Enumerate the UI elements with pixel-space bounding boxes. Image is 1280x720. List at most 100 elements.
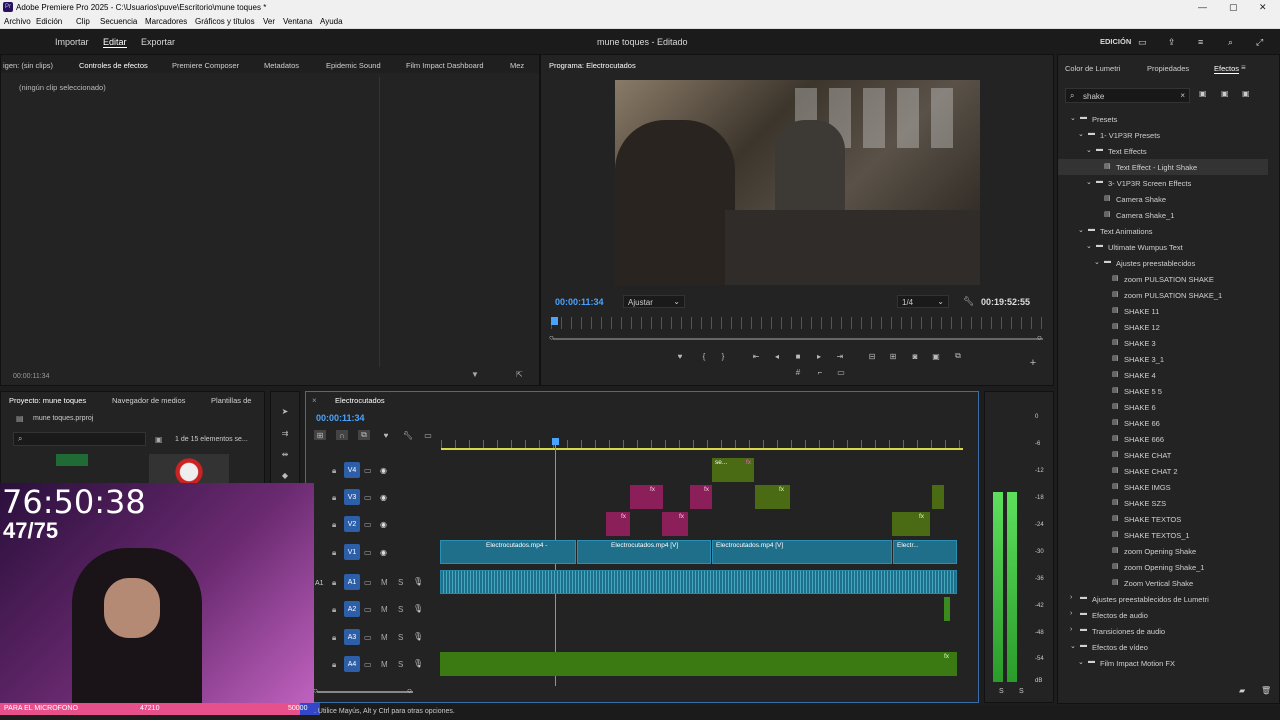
playhead-handle[interactable]: [552, 438, 559, 445]
add-marker-icon[interactable]: ♥: [380, 430, 392, 440]
eye-icon[interactable]: ◉: [380, 493, 387, 502]
track-select-icon[interactable]: ⇉: [279, 428, 291, 438]
tab-project[interactable]: Proyecto: mune toques: [9, 396, 86, 405]
chevron-down-icon[interactable]: ⌄: [1094, 258, 1100, 266]
effects-tree-item[interactable]: ⌄ ▬ 3- V1P3R Screen Effects: [1058, 175, 1268, 191]
program-zoom-bar[interactable]: [553, 338, 1043, 340]
menu-ventana[interactable]: Ventana: [283, 17, 312, 26]
safe-margins-icon[interactable]: #: [792, 367, 804, 377]
mark-out-icon[interactable]: }: [717, 351, 729, 361]
filter-icon[interactable]: ▼: [471, 370, 479, 379]
eye-icon[interactable]: ◉: [380, 548, 387, 557]
tab-mezclador[interactable]: Mez: [510, 61, 524, 70]
effects-tree-item[interactable]: ▤ Text Effect - Light Shake: [1058, 159, 1268, 175]
clear-icon[interactable]: ×: [1180, 91, 1185, 100]
go-to-out-icon[interactable]: ⇥: [834, 351, 846, 361]
tab-exportar[interactable]: Exportar: [141, 37, 175, 47]
effects-tree-item[interactable]: ▤ SHAKE TEXTOS_1: [1058, 527, 1268, 543]
v4-clip[interactable]: se... fx: [712, 458, 754, 482]
mic-icon[interactable]: 🎙︎: [413, 604, 423, 613]
effects-tree-item[interactable]: ▤ zoom PULSATION SHAKE_1: [1058, 287, 1268, 303]
search-icon[interactable]: ⌕: [1228, 37, 1233, 48]
lock-icon[interactable]: 🔒︎: [332, 466, 336, 476]
mute-icon[interactable]: M: [381, 605, 388, 614]
effects-tree-item[interactable]: ▤ SHAKE SZS: [1058, 495, 1268, 511]
zoom-handle-right-icon[interactable]: ○: [1037, 333, 1042, 342]
effects-tree-item[interactable]: ▤ zoom PULSATION SHAKE: [1058, 271, 1268, 287]
menu-ver[interactable]: Ver: [263, 17, 275, 26]
scroll-handle-right-icon[interactable]: ○: [407, 686, 412, 695]
effects-tree-item[interactable]: › ▬ Ajustes preestablecidos de Lumetri: [1058, 591, 1268, 607]
close-icon[interactable]: ✕: [1259, 2, 1267, 13]
effects-tree-item[interactable]: ▤ SHAKE 6: [1058, 399, 1268, 415]
tab-epidemic-sound[interactable]: Epidemic Sound: [326, 61, 381, 70]
lock-icon[interactable]: 🔒︎: [332, 493, 336, 503]
lock-icon[interactable]: 🔒︎: [332, 660, 336, 670]
effects-tree-item[interactable]: ▤ SHAKE CHAT: [1058, 447, 1268, 463]
chevron-right-icon[interactable]: ›: [1070, 594, 1072, 601]
effects-tree-item[interactable]: ⌄ ▬ Ultimate Wumpus Text: [1058, 239, 1268, 255]
effects-tree-item[interactable]: ▤ SHAKE 5 5: [1058, 383, 1268, 399]
mic-icon[interactable]: 🎙︎: [413, 577, 423, 586]
v1-clip-4[interactable]: Electr...: [893, 540, 957, 564]
workspace-mode[interactable]: EDICIÓN: [1100, 37, 1131, 46]
linked-selection-icon[interactable]: ⧉: [358, 430, 370, 440]
yuv-effects-icon[interactable]: ▣: [1242, 89, 1250, 98]
maximize-icon[interactable]: ▢: [1229, 2, 1238, 13]
effects-tree-item[interactable]: ▤ zoom Opening Shake_1: [1058, 559, 1268, 575]
wrench-icon[interactable]: 🔧︎: [963, 296, 974, 307]
menu-icon[interactable]: ≡: [1198, 37, 1203, 47]
timeline-tab[interactable]: Electrocutados: [335, 396, 385, 405]
mic-icon[interactable]: 🎙︎: [413, 659, 423, 668]
export-icon[interactable]: ⇱: [516, 370, 523, 379]
sync-icon[interactable]: ▭: [364, 548, 372, 557]
a1-audio-clip[interactable]: [440, 570, 957, 594]
effects-search[interactable]: ⌕ shake ×: [1065, 88, 1190, 103]
effects-tree-item[interactable]: ▤ Camera Shake_1: [1058, 207, 1268, 223]
eye-icon[interactable]: ◉: [380, 520, 387, 529]
eye-icon[interactable]: ◉: [380, 466, 387, 475]
mute-icon[interactable]: M: [381, 633, 388, 642]
mark-in-icon[interactable]: {: [698, 351, 710, 361]
zoom-handle-left-icon[interactable]: ○: [549, 333, 554, 342]
overwrite-icon[interactable]: ▣: [930, 351, 942, 361]
tab-source[interactable]: igen: (sin clips): [3, 61, 53, 70]
lock-icon[interactable]: 🔒︎: [332, 633, 336, 643]
sync-icon[interactable]: ▭: [364, 633, 372, 642]
menu-clip[interactable]: Clip: [76, 17, 90, 26]
sync-icon[interactable]: ▭: [364, 605, 372, 614]
mute-icon[interactable]: M: [381, 660, 388, 669]
timeline-scrollbar[interactable]: [317, 691, 413, 693]
effects-tree-item[interactable]: ▤ Camera Shake: [1058, 191, 1268, 207]
delete-icon[interactable]: 🗑︎: [1261, 686, 1271, 695]
v2-clip-2[interactable]: fx: [662, 512, 688, 536]
minimize-icon[interactable]: —: [1198, 2, 1207, 12]
compare-icon[interactable]: ⧉: [952, 351, 964, 361]
chevron-down-icon[interactable]: ⌄: [1078, 658, 1084, 666]
v1-clip-3[interactable]: Electrocutados.mp4 [V]: [712, 540, 892, 564]
tab-effect-controls[interactable]: Controles de efectos: [79, 61, 148, 70]
v3-clip-2[interactable]: fx: [690, 485, 712, 509]
accelerated-effects-icon[interactable]: ▣: [1199, 89, 1207, 98]
marker-icon[interactable]: ♥: [674, 351, 686, 361]
effects-tree-item[interactable]: ⌄ ▬ Efectos de vídeo: [1058, 639, 1268, 655]
track-label-a2[interactable]: A2: [344, 601, 360, 617]
lock-icon[interactable]: 🔒︎: [332, 548, 336, 558]
chevron-down-icon[interactable]: ⌄: [1070, 114, 1076, 122]
v1-clip-1[interactable]: Electrocutados.mp4 -: [440, 540, 576, 564]
lift-icon[interactable]: ⊟: [866, 351, 878, 361]
solo-icon[interactable]: S: [398, 605, 403, 614]
effects-tree-item[interactable]: ▤ SHAKE 4: [1058, 367, 1268, 383]
track-label-a3[interactable]: A3: [344, 629, 360, 645]
track-label-v2[interactable]: V2: [344, 516, 360, 532]
chevron-down-icon[interactable]: ⌄: [1086, 242, 1092, 250]
sync-icon[interactable]: ▭: [364, 520, 372, 529]
sync-icon[interactable]: ▭: [364, 493, 372, 502]
tab-premiere-composer[interactable]: Premiere Composer: [172, 61, 239, 70]
effects-tree-item[interactable]: ▤ SHAKE 66: [1058, 415, 1268, 431]
32bit-effects-icon[interactable]: ▣: [1221, 89, 1229, 98]
solo-left[interactable]: S: [999, 688, 1004, 695]
tab-media-browser[interactable]: Navegador de medios: [112, 396, 185, 405]
v3-clip-3[interactable]: fx: [755, 485, 790, 509]
menu-secuencia[interactable]: Secuencia: [100, 17, 137, 26]
